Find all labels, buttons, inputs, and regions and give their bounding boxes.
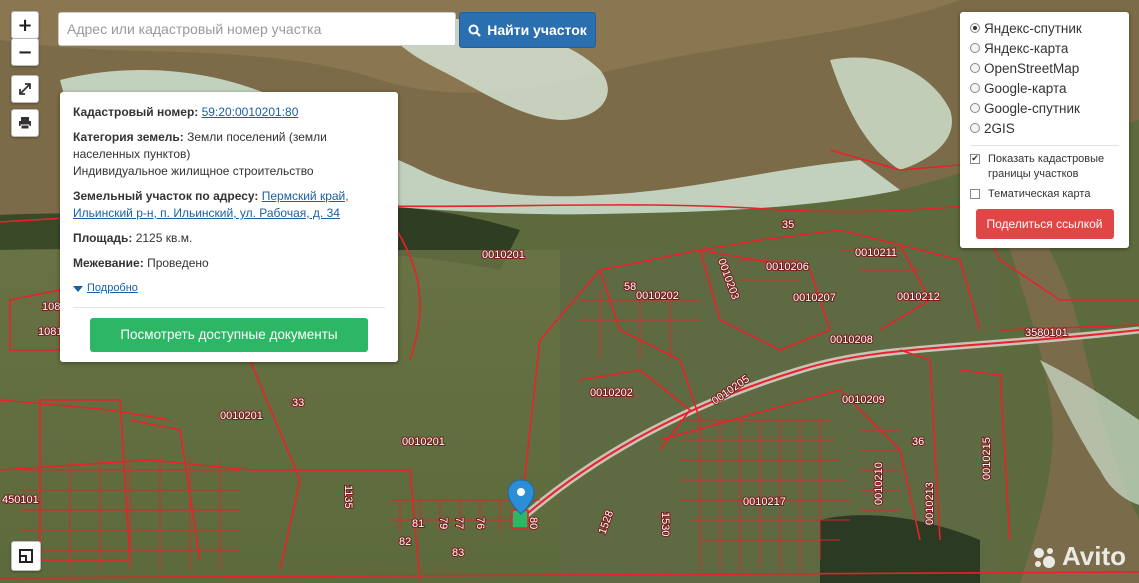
map-label: 0010211 (855, 247, 897, 259)
map-label: 108 (42, 301, 60, 313)
map-label: 81 (412, 518, 424, 530)
map-label: 0010201 (482, 249, 525, 261)
print-icon[interactable] (11, 109, 39, 137)
map-label: 450101 (2, 494, 39, 506)
layer-option-openstreetmap[interactable]: OpenStreetMap (970, 58, 1119, 78)
map-label: 80 (527, 517, 539, 529)
view-documents-button[interactable]: Посмотреть доступные документы (90, 318, 368, 352)
address-label: Земельный участок по адресу: (73, 189, 259, 203)
map-label: 0010210 (873, 462, 885, 505)
find-parcel-button[interactable]: Найти участок (459, 12, 596, 48)
map-label: 0010215 (981, 437, 993, 480)
survey-row: Межевание: Проведено (73, 255, 385, 272)
map-label: 58 (624, 281, 636, 293)
map-label: 1135 (342, 485, 354, 509)
map-label: 3580101 (1025, 327, 1068, 339)
map-label: 0010206 (766, 261, 809, 273)
show-borders-checkbox[interactable]: ✔ Показать кадастровые границы участков (970, 152, 1119, 182)
category-label: Категория земель: (73, 130, 184, 144)
divider (970, 145, 1119, 146)
map-label: 1081 (38, 326, 62, 338)
avito-logo-icon (1034, 547, 1055, 568)
search-icon (468, 24, 481, 37)
ruler-icon[interactable] (11, 541, 41, 571)
zoom-out-button[interactable]: − (11, 38, 39, 66)
layer-option-2gis[interactable]: 2GIS (970, 118, 1119, 138)
area-value: 2125 кв.м. (135, 231, 193, 245)
radio-icon[interactable] (970, 83, 980, 93)
layer-option-google-satellite[interactable]: Google-спутник (970, 98, 1119, 118)
zoom-in-button[interactable]: + (11, 11, 39, 39)
find-parcel-label: Найти участок (487, 22, 587, 38)
map-label: 0010213 (924, 482, 936, 525)
caret-down-icon (73, 285, 83, 292)
cadastral-link[interactable]: 59:20:0010201:80 (202, 105, 299, 119)
map-label: 77 (453, 517, 465, 529)
map-label: 0010202 (590, 387, 633, 399)
thematic-map-label: Тематическая карта (988, 188, 1091, 200)
map-label: 1530 (659, 512, 671, 536)
layer-option-yandex-satellite[interactable]: Яндекс-спутник (970, 18, 1119, 38)
layer-option-label: 2GIS (984, 120, 1015, 136)
map-label: 0010212 (897, 291, 940, 303)
radio-icon[interactable] (970, 103, 980, 113)
area-row: Площадь: 2125 кв.м. (73, 230, 385, 247)
layer-option-label: Google-спутник (984, 100, 1080, 116)
map-label: 82 (399, 536, 411, 548)
map-label: 33 (292, 397, 304, 409)
checkbox-icon[interactable] (970, 189, 980, 199)
layer-option-label: Google-карта (984, 80, 1067, 96)
map-label: 0010209 (842, 394, 885, 406)
address-row: Земельный участок по адресу: Пермский кр… (73, 188, 385, 222)
map-label: 79 (437, 517, 449, 529)
area-label: Площадь: (73, 231, 133, 245)
survey-value: Проведено (147, 256, 209, 270)
cadastral-label: Кадастровый номер: (73, 105, 199, 119)
avito-watermark: Avito (1032, 541, 1126, 572)
map-label: 0010208 (830, 334, 873, 346)
map-label: 36 (912, 436, 924, 448)
thematic-map-checkbox[interactable]: Тематическая карта (970, 187, 1119, 202)
map-label: 83 (452, 547, 464, 559)
radio-icon[interactable] (970, 63, 980, 73)
parcel-info-panel: Кадастровый номер: 59:20:0010201:80 Кате… (60, 92, 398, 362)
search-input[interactable] (58, 12, 456, 46)
map-label: 0010207 (793, 292, 836, 304)
map-label: 0010201 (402, 436, 445, 448)
share-link-button[interactable]: Поделиться ссылкой (975, 209, 1114, 239)
map-layers-panel: Яндекс-спутник Яндекс-карта OpenStreetMa… (960, 12, 1129, 248)
layer-option-google-map[interactable]: Google-карта (970, 78, 1119, 98)
details-toggle[interactable]: Подробно (73, 280, 385, 297)
checkmark-icon[interactable]: ✔ (970, 154, 980, 164)
cadastral-row: Кадастровый номер: 59:20:0010201:80 (73, 104, 385, 121)
radio-icon[interactable] (970, 43, 980, 53)
layer-option-label: Яндекс-карта (984, 40, 1069, 56)
survey-label: Межевание: (73, 256, 144, 270)
map-label: 0010217 (743, 496, 786, 508)
map-label: 35 (782, 219, 794, 231)
details-label: Подробно (87, 282, 138, 294)
map-label: 0010201 (220, 410, 263, 422)
map-label: 76 (474, 517, 486, 529)
show-borders-label: Показать кадастровые границы участков (988, 153, 1105, 180)
category-use: Индивидуальное жилищное строительство (73, 164, 314, 178)
layer-option-label: OpenStreetMap (984, 60, 1080, 76)
divider (73, 307, 385, 308)
radio-selected-icon[interactable] (970, 23, 980, 33)
map-label: 0010202 (636, 290, 679, 302)
layer-option-label: Яндекс-спутник (984, 20, 1082, 36)
radio-icon[interactable] (970, 123, 980, 133)
layer-option-yandex-map[interactable]: Яндекс-карта (970, 38, 1119, 58)
fullscreen-icon[interactable] (11, 75, 39, 103)
category-row: Категория земель: Земли поселений (земли… (73, 129, 385, 180)
watermark-text: Avito (1062, 541, 1127, 571)
